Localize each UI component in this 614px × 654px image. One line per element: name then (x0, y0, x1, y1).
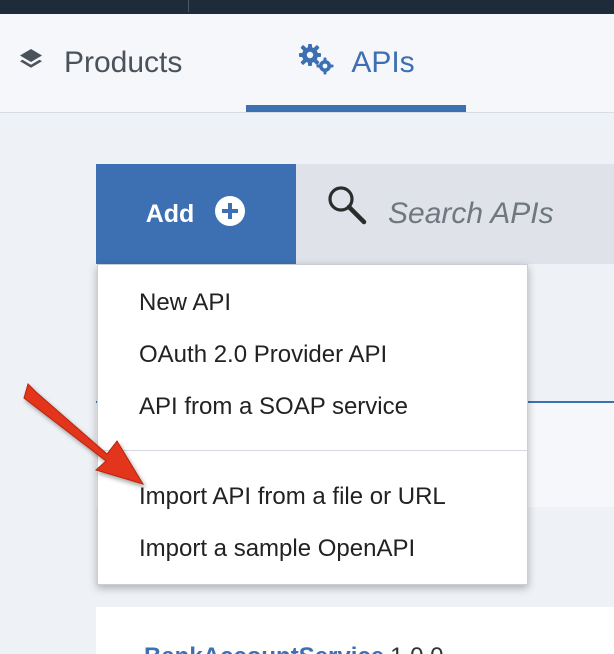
search-input[interactable] (388, 197, 614, 231)
tab-products[interactable]: Products (18, 14, 182, 112)
menu-item-import-sample-openapi[interactable]: Import a sample OpenAPI (139, 535, 415, 563)
search-bar (296, 164, 614, 264)
add-button[interactable]: Add (96, 164, 296, 264)
add-dropdown-menu: New API OAuth 2.0 Provider API API from … (97, 264, 528, 585)
api-list-row[interactable]: BankAccountService 1.0.0 (96, 607, 614, 654)
tab-apis-label: APIs (351, 46, 415, 79)
menu-divider (98, 450, 527, 451)
active-tab-indicator (246, 105, 466, 112)
top-bar (0, 0, 614, 14)
layers-icon (18, 46, 44, 80)
add-button-label: Add (145, 199, 195, 228)
gears-icon (297, 43, 335, 83)
tab-apis[interactable]: APIs (246, 14, 466, 112)
tab-products-label: Products (64, 46, 183, 79)
api-version: 1.0.0 (390, 643, 443, 654)
top-bar-separator (188, 0, 189, 12)
menu-item-api-from-soap[interactable]: API from a SOAP service (139, 393, 408, 421)
menu-item-import-api-file-url[interactable]: Import API from a file or URL (139, 483, 446, 511)
plus-circle-icon (214, 195, 246, 234)
search-icon (326, 184, 368, 231)
menu-item-new-api[interactable]: New API (139, 289, 231, 317)
tab-bar: Products APIs (0, 14, 614, 113)
api-name-link[interactable]: BankAccountService 1.0.0 (144, 643, 443, 654)
menu-item-oauth-provider-api[interactable]: OAuth 2.0 Provider API (139, 341, 387, 369)
api-name: BankAccountService (144, 643, 384, 654)
